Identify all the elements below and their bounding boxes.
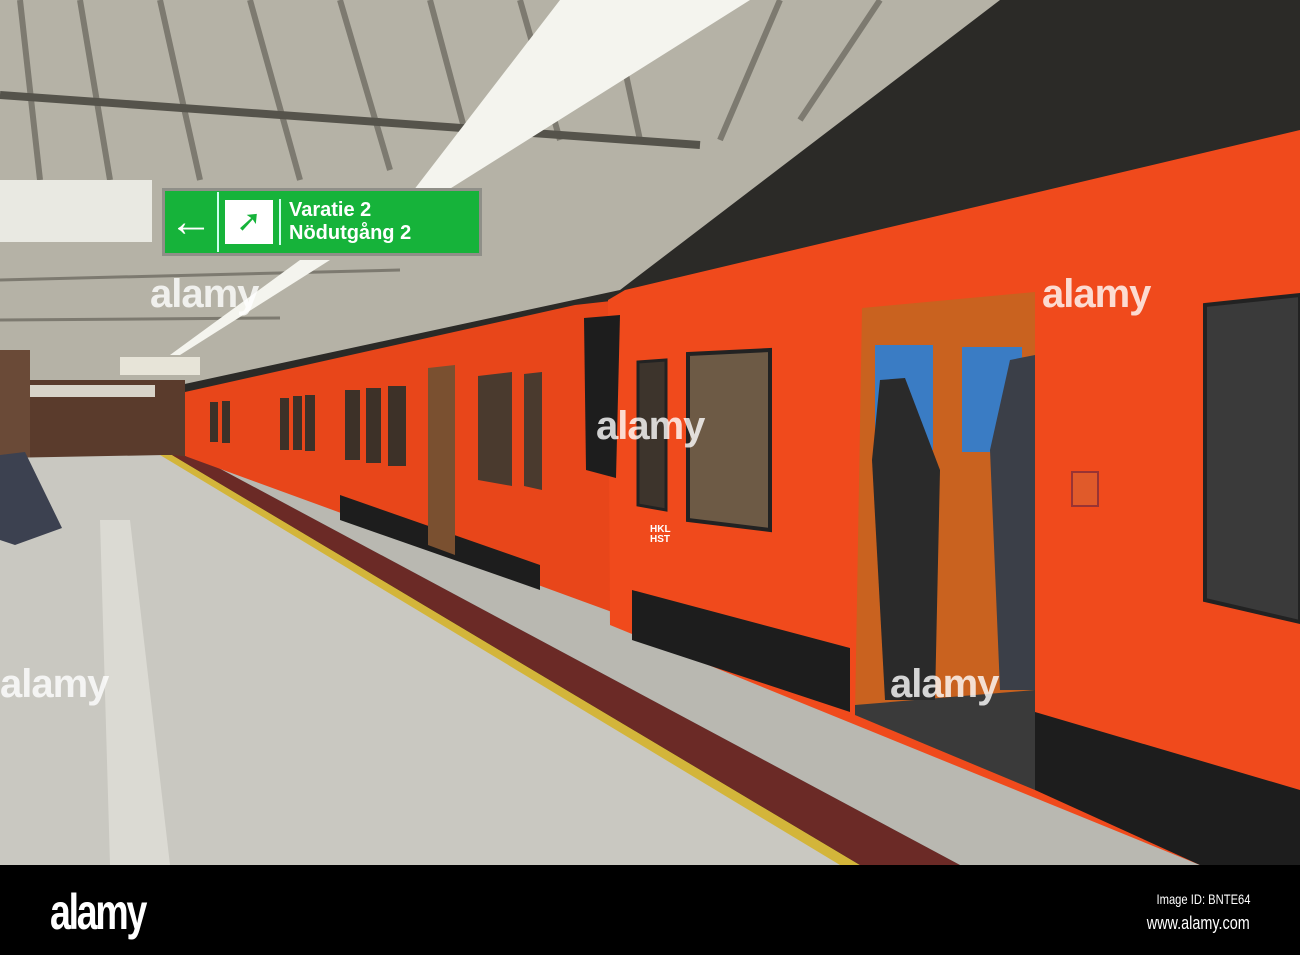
emergency-exit-sign: ← ➚ Varatie 2 Nödutgång 2 bbox=[162, 188, 482, 256]
watermark: alamy bbox=[1042, 272, 1151, 316]
light-panel bbox=[0, 180, 152, 242]
far-cab-window bbox=[584, 315, 620, 478]
image-id: Image ID: BNTE64 bbox=[1156, 891, 1250, 907]
watermark: alamy bbox=[0, 662, 109, 706]
arrow-left-icon: ← bbox=[165, 192, 219, 252]
train-logo-line2: HST bbox=[650, 534, 670, 545]
station-sign bbox=[120, 357, 200, 375]
door-button bbox=[1071, 471, 1099, 507]
train-window bbox=[1203, 292, 1300, 625]
far-window bbox=[478, 372, 512, 486]
footer-bar: alamy Image ID: BNTE64 www.alamy.com bbox=[0, 865, 1300, 955]
back-wall-band bbox=[30, 385, 155, 397]
sign-line-finnish: Varatie 2 bbox=[289, 199, 372, 221]
left-wall bbox=[0, 350, 30, 460]
train-logo: HKL HST bbox=[650, 525, 671, 545]
watermark: alamy bbox=[890, 662, 999, 706]
sign-line-swedish: Nödutgång 2 bbox=[289, 222, 412, 244]
far-door-opening bbox=[428, 365, 455, 555]
far-window bbox=[524, 372, 542, 490]
watermark: alamy bbox=[150, 272, 259, 316]
footer-url: www.alamy.com bbox=[1147, 913, 1250, 933]
footer-brand-logo: alamy bbox=[50, 884, 147, 940]
running-person-exit-icon: ➚ bbox=[225, 200, 273, 244]
watermark: alamy bbox=[596, 404, 705, 448]
